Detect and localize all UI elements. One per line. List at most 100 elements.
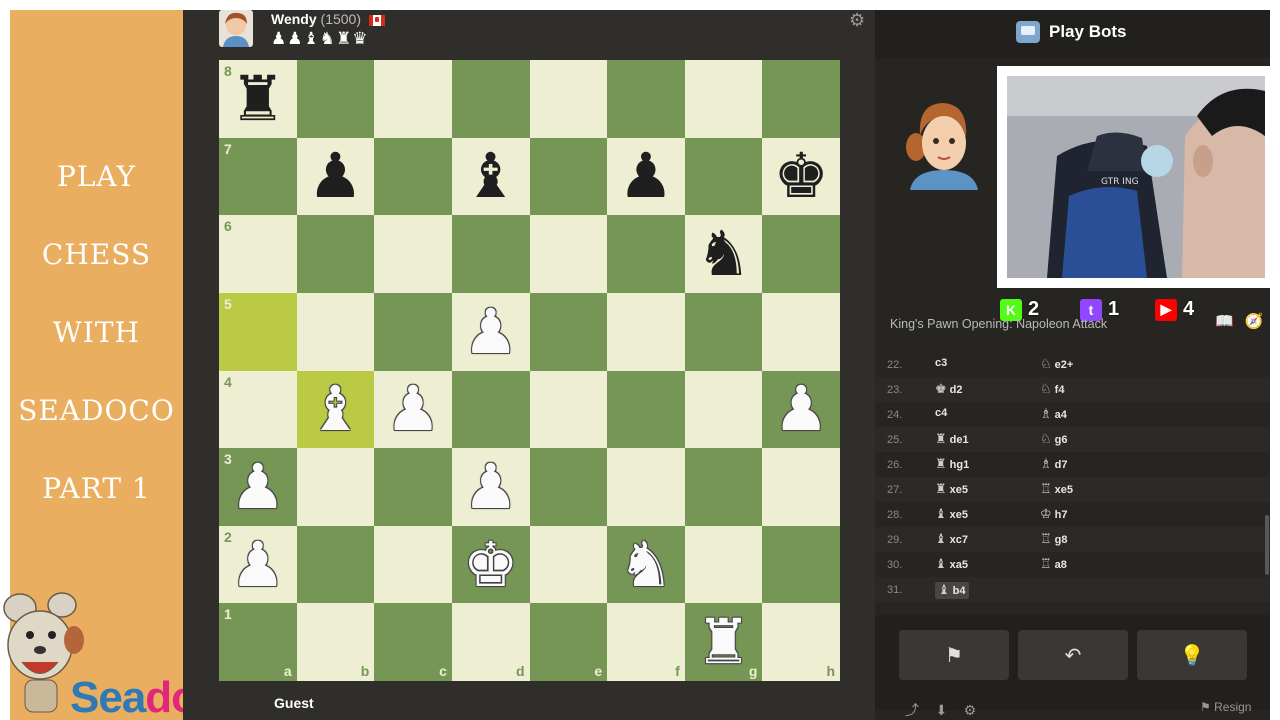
white-pawn-icon[interactable]: ♟ [385,378,441,440]
square-c5[interactable] [374,292,452,371]
square-e7[interactable] [529,137,608,216]
square-e8[interactable] [529,60,608,138]
square-a2[interactable]: 2 ♟ [219,525,297,604]
square-e5[interactable] [529,292,608,371]
square-h8[interactable] [762,60,840,138]
white-move[interactable]: ♜ de1 [935,432,969,447]
white-move[interactable]: ♝ xe5 [935,507,968,522]
square-d5[interactable]: ♟ [451,292,530,371]
black-move[interactable]: ♖ xe5 [1040,482,1073,497]
square-g8[interactable] [684,60,763,138]
square-h4[interactable]: ♟ [762,370,840,449]
square-b7[interactable]: ♟ [296,137,375,216]
chess-board[interactable]: 8 ♜ 7 ♟ ♝ ♟ ♚ 6 ♞ 5 ♟ 4 ♝ ♟ ♟ 3 ♟ ♟ 2 ♟ ♚ ♞ 1 a b c d e f g ♜ h [219,60,840,681]
black-move[interactable]: ♘ e2+ [1040,357,1073,372]
square-h5[interactable] [762,292,840,371]
square-b1[interactable]: b [296,603,375,681]
hint-button[interactable]: 💡 [1137,630,1247,680]
white-king-icon[interactable]: ♚ [463,533,519,596]
square-b3[interactable] [296,448,375,526]
square-f4[interactable] [607,370,685,449]
black-pawn-icon[interactable]: ♟ [618,145,674,207]
book-icon[interactable]: 📖 [1215,312,1234,330]
white-pawn-icon[interactable]: ♟ [230,533,286,596]
square-c8[interactable] [374,60,452,138]
square-f6[interactable] [607,215,685,293]
square-e4[interactable] [529,370,608,449]
black-move[interactable]: ♗ d7 [1040,457,1068,472]
square-h1[interactable]: h [762,603,840,681]
white-move[interactable]: ♝ xa5 [935,557,968,572]
square-b8[interactable] [296,60,375,138]
white-move[interactable]: ♝ b4 [935,582,969,599]
white-bishop-icon[interactable]: ♝ [308,378,364,440]
square-f2[interactable]: ♞ [607,525,685,604]
white-move[interactable]: ♜ xe5 [935,482,968,497]
square-g4[interactable] [684,370,763,449]
square-d6[interactable] [451,215,530,293]
black-pawn-icon[interactable]: ♟ [308,145,364,207]
square-d4[interactable] [451,370,530,449]
download-icon[interactable]: ⬇ [935,703,947,719]
black-rook-icon[interactable]: ♜ [230,67,286,130]
black-bishop-icon[interactable]: ♝ [463,145,519,207]
settings-icon[interactable]: ⚙ [964,703,977,719]
square-a1[interactable]: 1a [219,603,297,681]
opponent-avatar[interactable] [219,10,253,47]
square-d3[interactable]: ♟ [451,448,530,526]
square-d1[interactable]: d [451,603,530,681]
square-c4[interactable]: ♟ [374,370,452,449]
player-name[interactable]: Guest [274,695,314,711]
square-e2[interactable] [529,525,608,604]
resign-link[interactable]: ⚑ Resign [1200,700,1251,714]
square-h6[interactable] [762,215,840,293]
move-list-scrollbar[interactable] [1265,340,1269,605]
square-f3[interactable] [607,448,685,526]
white-rook-icon[interactable]: ♜ [696,611,752,673]
square-e6[interactable] [529,215,608,293]
white-move[interactable]: ♝ xc7 [935,532,968,547]
white-pawn-icon[interactable]: ♟ [773,378,829,440]
square-f7[interactable]: ♟ [607,137,685,216]
square-g7[interactable] [684,137,763,216]
square-g3[interactable] [684,448,763,526]
square-d7[interactable]: ♝ [451,137,530,216]
square-f8[interactable] [607,60,685,138]
black-move[interactable]: ♔ h7 [1040,507,1068,522]
white-move[interactable]: ♚ d2 [935,382,963,397]
square-a3[interactable]: 3 ♟ [219,448,297,526]
share-icon[interactable]: ⤴ [905,703,919,719]
square-a6[interactable]: 6 [219,215,297,293]
square-a8[interactable]: 8 ♜ [219,60,297,138]
square-g1[interactable]: g ♜ [684,603,763,681]
resign-flag-button[interactable]: ⚑ [899,630,1009,680]
move-list[interactable]: 22. c3 ♘ e2+ 23. ♚ d2 ♘ f4 24. c4 ♗ a4 25. ♜ de1 ♘ g6 26. ♜… [875,340,1270,605]
square-f1[interactable]: f [607,603,685,681]
opponent-name[interactable]: Wendy (1500) [271,11,385,27]
white-knight-icon[interactable]: ♞ [618,533,674,596]
white-pawn-icon[interactable]: ♟ [463,300,519,363]
square-e3[interactable] [529,448,608,526]
black-move[interactable]: ♘ f4 [1040,382,1064,397]
square-g6[interactable]: ♞ [684,215,763,293]
black-move[interactable]: ♗ a4 [1040,407,1067,422]
square-g5[interactable] [684,292,763,371]
black-knight-icon[interactable]: ♞ [696,223,752,285]
square-h3[interactable] [762,448,840,526]
square-d2[interactable]: ♚ [451,525,530,604]
square-h2[interactable] [762,525,840,604]
undo-button[interactable]: ↶ [1018,630,1128,680]
square-c3[interactable] [374,448,452,526]
square-c7[interactable] [374,137,452,216]
square-a5[interactable]: 5 [219,292,297,371]
white-move[interactable]: c3 [935,357,947,369]
square-a4[interactable]: 4 [219,370,297,449]
square-h7[interactable]: ♚ [762,137,840,216]
square-b4[interactable]: ♝ [296,370,375,449]
square-c2[interactable] [374,525,452,604]
square-a7[interactable]: 7 [219,137,297,216]
square-e1[interactable]: e [529,603,608,681]
square-b2[interactable] [296,525,375,604]
square-d8[interactable] [451,60,530,138]
square-b6[interactable] [296,215,375,293]
